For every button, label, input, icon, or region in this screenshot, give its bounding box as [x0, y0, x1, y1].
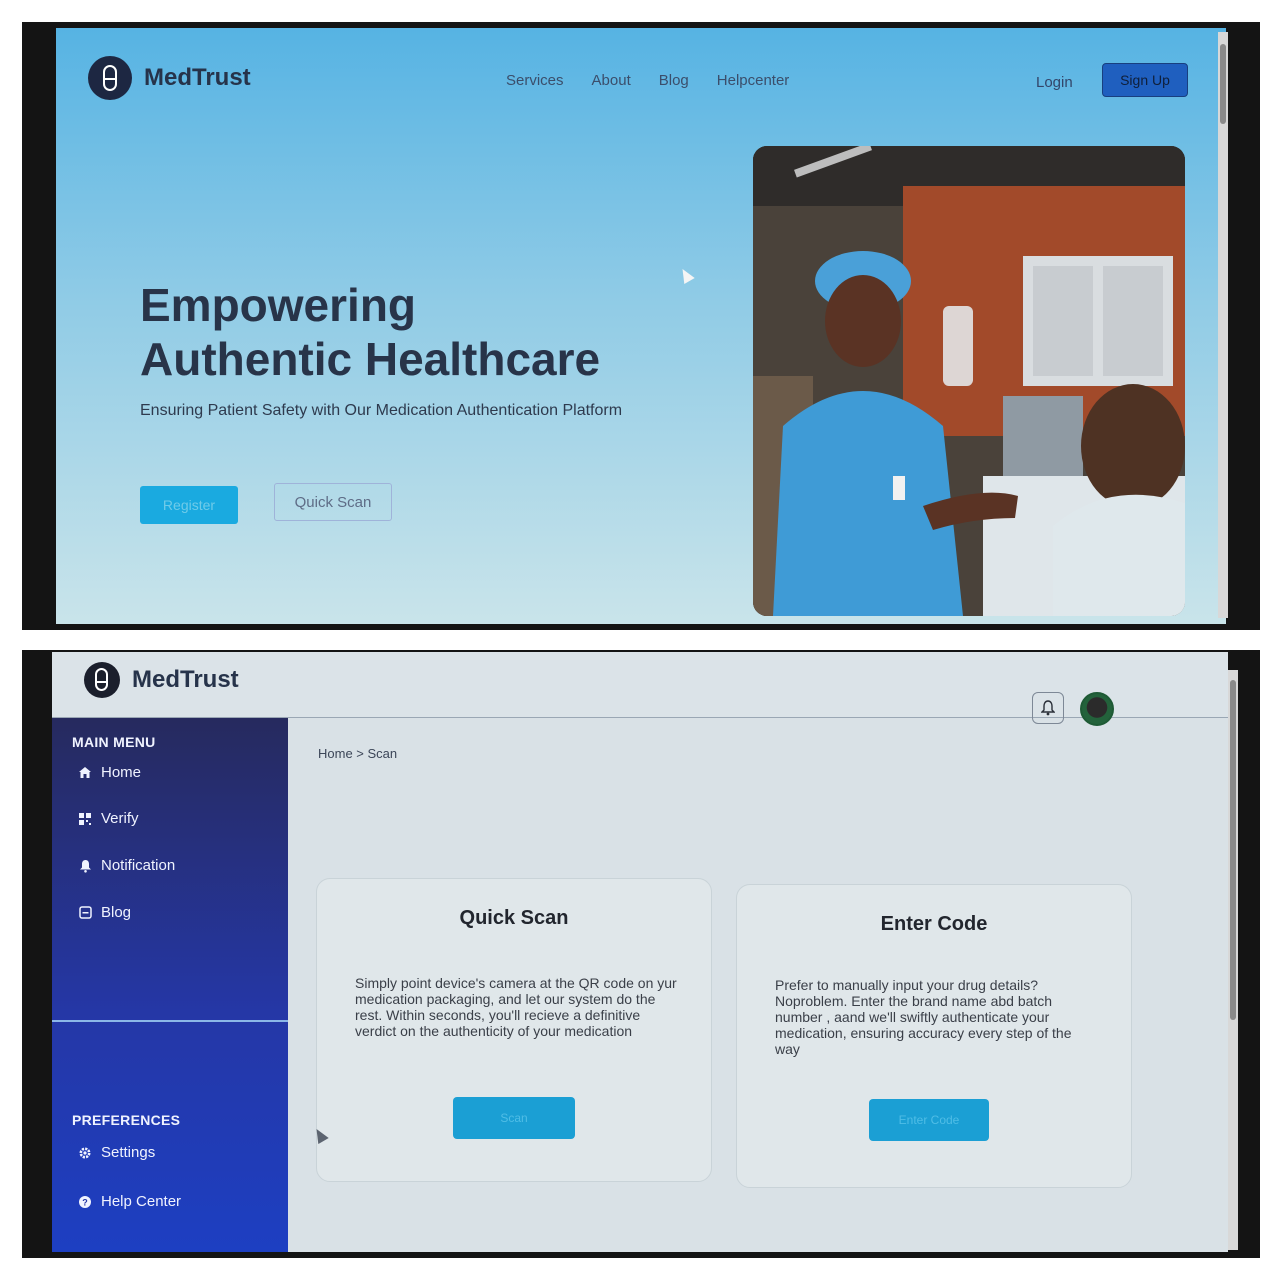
sidebar-item-label: Help Center	[101, 1193, 182, 1210]
svg-text:?: ?	[82, 1197, 88, 1207]
pill-logo-icon	[88, 56, 132, 100]
bell-icon	[78, 859, 92, 873]
qr-icon	[78, 812, 92, 826]
nav-helpcenter[interactable]: Helpcenter	[717, 72, 790, 89]
brand-name: MedTrust	[144, 64, 251, 91]
signup-button[interactable]: Sign Up	[1102, 63, 1188, 97]
sidebar-item-notification[interactable]: Notification	[78, 857, 175, 874]
hero-title-line1: Empowering	[140, 279, 417, 331]
nav-services[interactable]: Services	[506, 72, 564, 89]
hero-photo	[753, 146, 1185, 616]
dashboard-scroll-thumb[interactable]	[1230, 680, 1236, 1020]
top-nav: Services About Blog Helpcenter	[506, 72, 789, 89]
sidebar: MAIN MENU Home Verify Notification Blog …	[52, 718, 288, 1252]
nav-about[interactable]: About	[592, 72, 631, 89]
breadcrumb[interactable]: Home > Scan	[318, 746, 397, 761]
login-link[interactable]: Login	[1036, 74, 1073, 91]
landing-screenshot: MedTrust Services About Blog Helpcenter …	[22, 22, 1260, 630]
notification-bell-button[interactable]	[1032, 692, 1064, 724]
quick-scan-description: Simply point device's camera at the QR c…	[355, 975, 677, 1039]
sidebar-item-settings[interactable]: Settings	[78, 1144, 155, 1161]
sidebar-item-help-center[interactable]: ? Help Center	[78, 1193, 181, 1210]
help-icon: ?	[78, 1195, 92, 1209]
pill-logo-icon	[84, 662, 120, 698]
landing-scrollbar[interactable]	[1218, 32, 1228, 618]
landing-page: MedTrust Services About Blog Helpcenter …	[56, 28, 1226, 624]
quick-scan-button[interactable]: Quick Scan	[274, 483, 392, 521]
sidebar-item-label: Notification	[101, 857, 176, 874]
sidebar-item-label: Blog	[101, 904, 132, 921]
preferences-title: PREFERENCES	[72, 1112, 181, 1128]
dashboard-scrollbar[interactable]	[1228, 670, 1238, 1250]
hero-title: Empowering Authentic Healthcare	[140, 278, 700, 386]
sidebar-item-home[interactable]: Home	[78, 764, 141, 781]
dashboard-header: MedTrust	[52, 652, 1228, 726]
dashboard-brand-name: MedTrust	[132, 666, 239, 693]
scan-button[interactable]: Scan	[453, 1097, 575, 1139]
brand-logo[interactable]: MedTrust	[88, 56, 251, 100]
dashboard-page: MedTrust MAIN MENU Home Verify Notificat…	[52, 652, 1228, 1252]
main-menu-title: MAIN MENU	[72, 734, 156, 750]
dashboard-screenshot: MedTrust MAIN MENU Home Verify Notificat…	[22, 650, 1260, 1258]
sidebar-item-blog[interactable]: Blog	[78, 904, 131, 921]
home-icon	[78, 766, 92, 780]
enter-code-title: Enter Code	[880, 913, 988, 935]
sidebar-item-label: Home	[101, 764, 142, 781]
gear-icon	[78, 1146, 92, 1160]
blog-icon	[78, 906, 92, 920]
avatar[interactable]	[1080, 692, 1114, 726]
hero-title-line2: Authentic Healthcare	[140, 333, 601, 385]
sidebar-divider	[52, 1020, 288, 1022]
quick-scan-card: Quick Scan Simply point device's camera …	[316, 878, 712, 1182]
enter-code-description: Prefer to manually input your drug detai…	[775, 977, 1072, 1057]
sidebar-item-label: Verify	[101, 810, 139, 827]
register-button[interactable]: Register	[140, 486, 238, 524]
landing-scroll-thumb[interactable]	[1220, 44, 1226, 124]
nurse-patient-illustration	[753, 146, 1185, 616]
bell-icon	[1041, 700, 1055, 716]
nav-blog[interactable]: Blog	[659, 72, 689, 89]
quick-scan-title: Quick Scan	[459, 907, 569, 929]
enter-code-card: Enter Code Prefer to manually input your…	[736, 884, 1132, 1188]
sidebar-item-verify[interactable]: Verify	[78, 810, 139, 827]
sidebar-item-label: Settings	[101, 1144, 156, 1161]
enter-code-button[interactable]: Enter Code	[869, 1099, 989, 1141]
dashboard-brand[interactable]: MedTrust	[84, 662, 239, 698]
hero-subtitle: Ensuring Patient Safety with Our Medicat…	[140, 402, 623, 419]
